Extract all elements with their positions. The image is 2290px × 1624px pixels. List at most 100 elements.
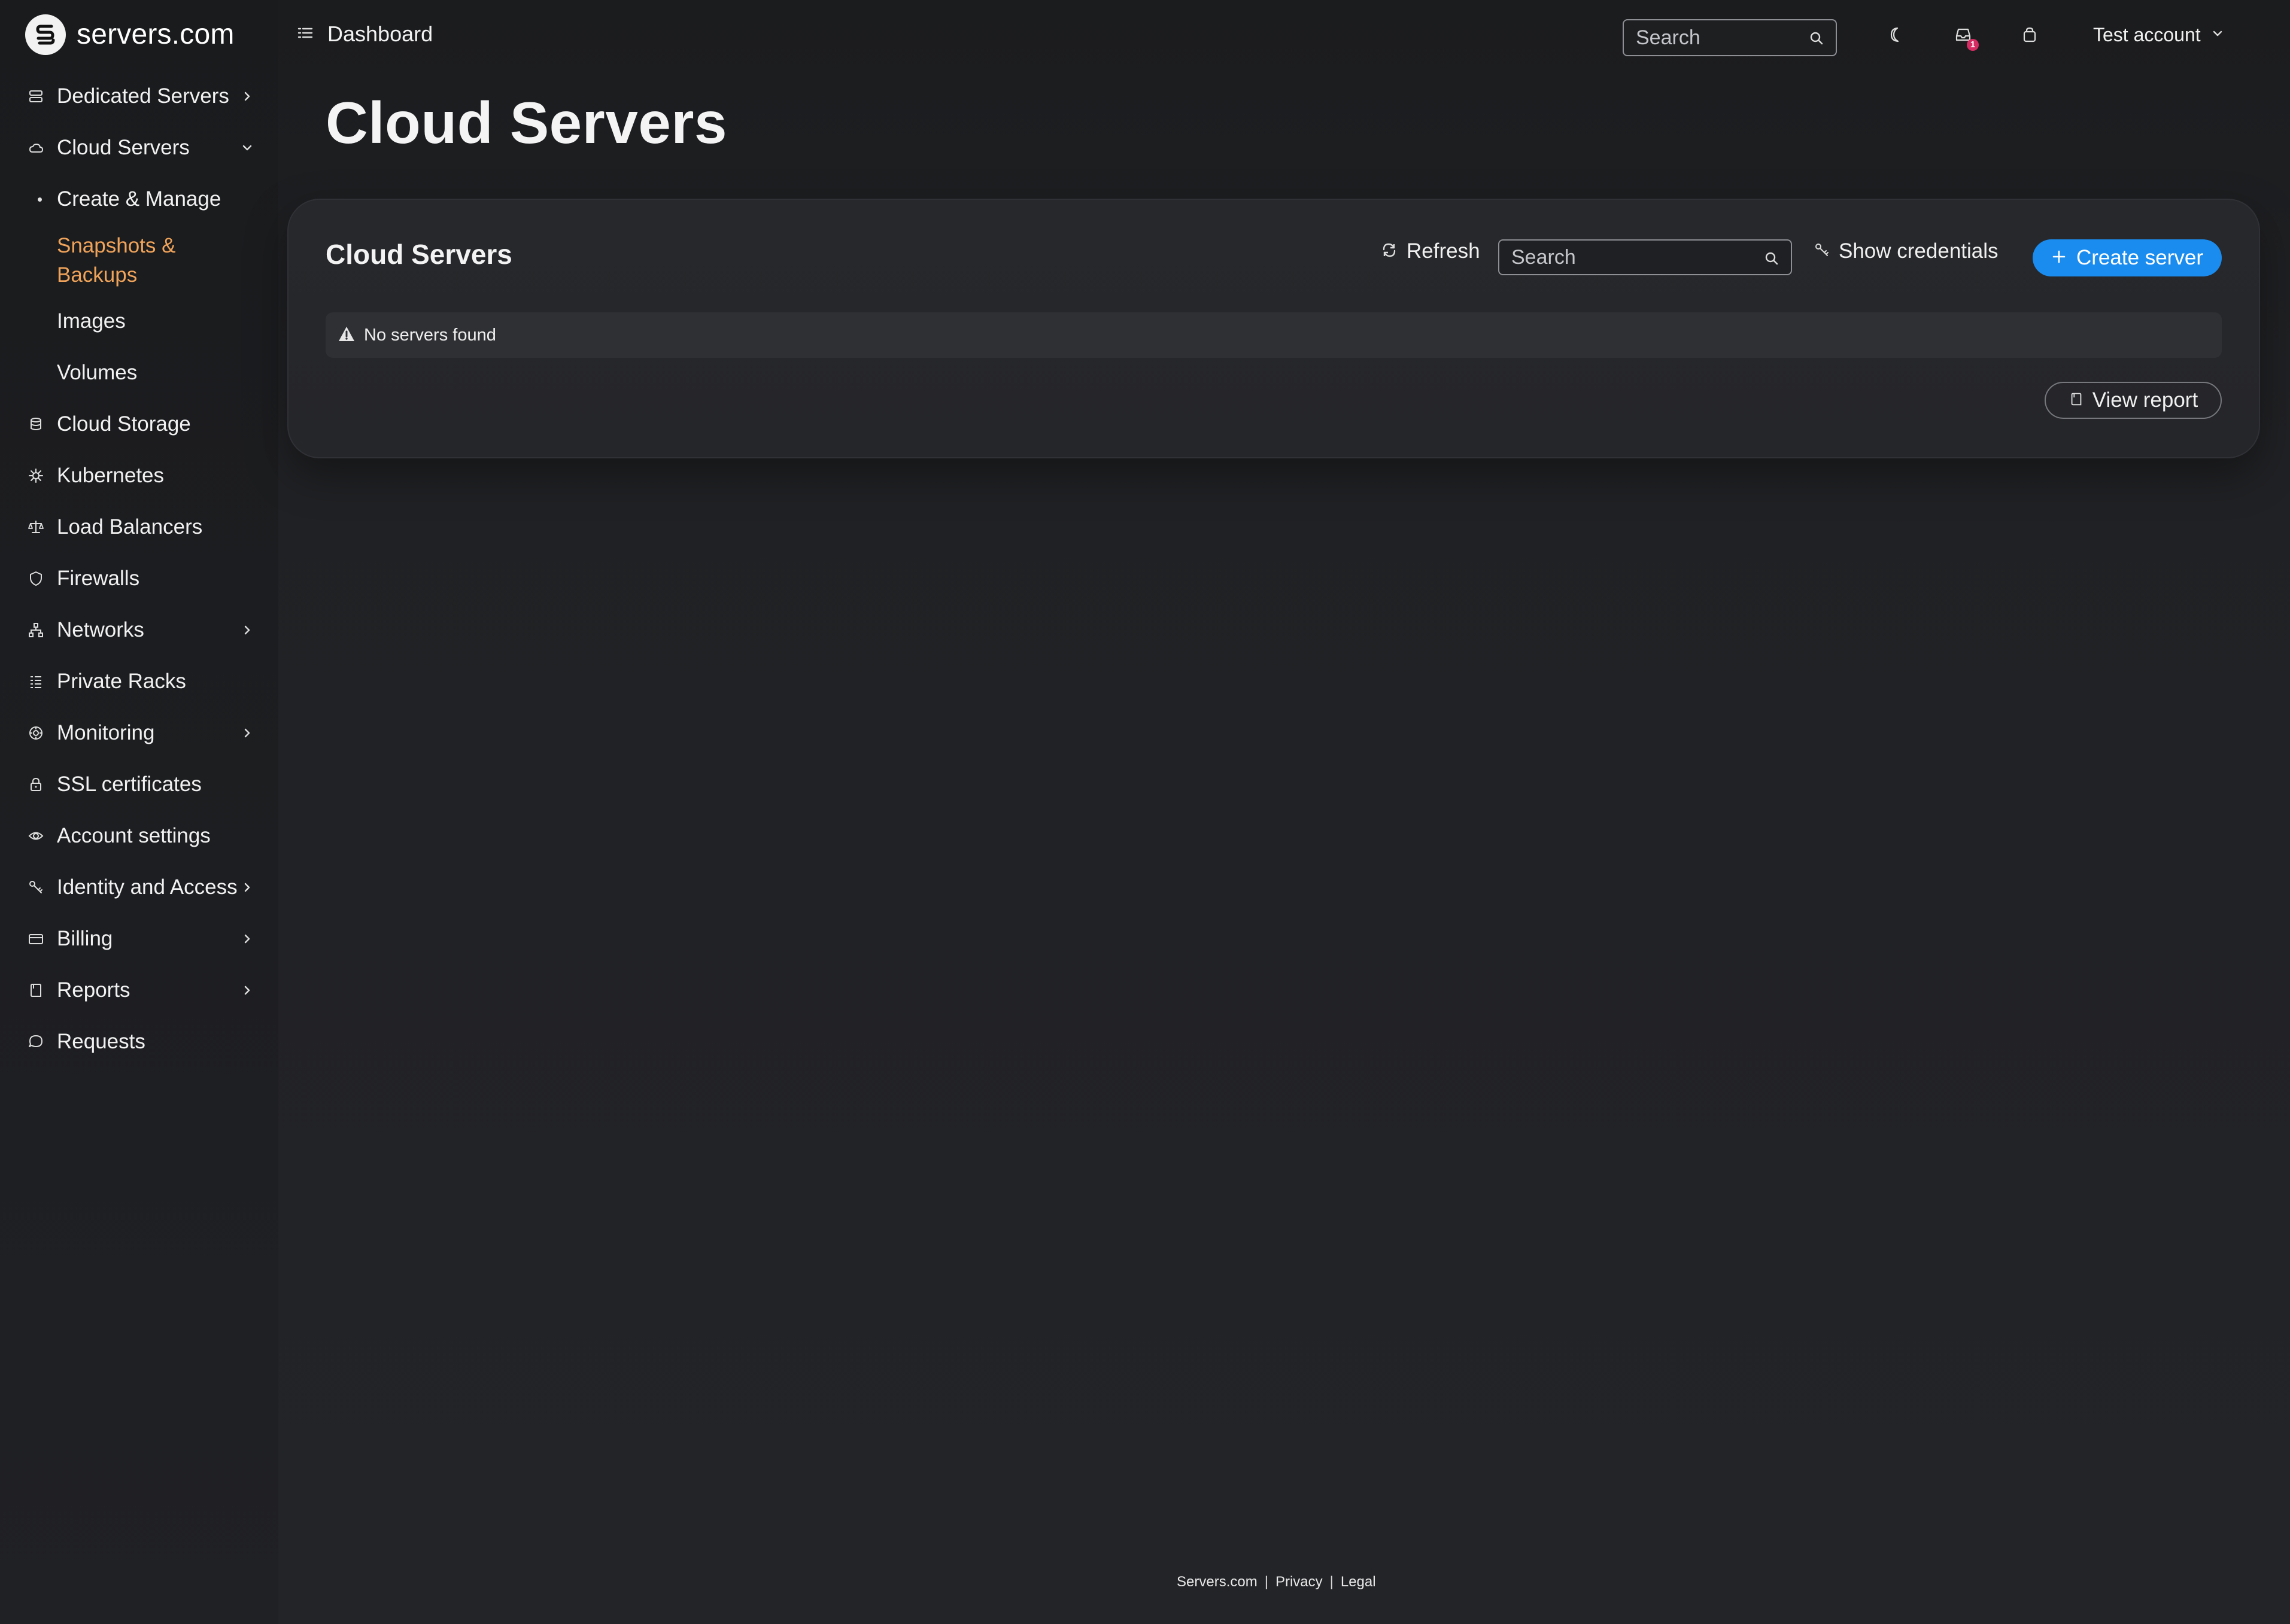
sidebar: servers.com Dedicated Servers Cloud Serv… <box>0 0 278 1624</box>
key-icon <box>27 878 45 896</box>
warning-icon <box>338 325 356 346</box>
sidebar-subitem-label: Snapshots & Backups <box>57 234 176 287</box>
card-icon <box>27 930 45 948</box>
sidebar-item-label: Cloud Storage <box>57 412 191 436</box>
dashboard-label: Dashboard <box>327 22 433 46</box>
footer-separator: | <box>1264 1574 1268 1590</box>
refresh-icon <box>1380 241 1398 262</box>
footer-link-privacy[interactable]: Privacy <box>1275 1574 1323 1590</box>
sidebar-subitem-label: Images <box>57 309 126 333</box>
sidebar-subitem-label: Volumes <box>57 361 138 384</box>
servers-search-input[interactable] <box>1499 241 1791 274</box>
global-search <box>1623 19 1837 56</box>
sidebar-item-label: Load Balancers <box>57 515 203 539</box>
brand-name: servers.com <box>77 19 235 50</box>
create-server-button[interactable]: Create server <box>2033 239 2222 276</box>
server-icon <box>27 87 45 105</box>
sidebar-item-billing[interactable]: Billing <box>0 913 278 965</box>
report-icon <box>2069 388 2084 412</box>
list-icon <box>296 24 314 45</box>
view-report-button[interactable]: View report <box>2045 382 2222 419</box>
cloud-icon <box>27 139 45 157</box>
chat-icon <box>27 1033 45 1051</box>
sidebar-subitem-snapshots-backups[interactable]: Snapshots & Backups <box>0 225 278 296</box>
dashboard-link[interactable]: Dashboard <box>296 22 433 47</box>
sidebar-item-kubernetes[interactable]: Kubernetes <box>0 450 278 501</box>
sidebar-item-label: Identity and Access <box>57 875 238 899</box>
cart-button[interactable] <box>2019 25 2040 47</box>
kubernetes-icon <box>27 467 45 485</box>
sidebar-item-reports[interactable]: Reports <box>0 965 278 1016</box>
chevron-down-icon <box>2210 26 2225 44</box>
brand-logo-icon <box>25 14 66 55</box>
account-menu[interactable]: Test account <box>2093 24 2225 46</box>
key-icon <box>1814 242 1830 261</box>
footer-link-servers[interactable]: Servers.com <box>1177 1574 1258 1590</box>
footer-link-legal[interactable]: Legal <box>1341 1574 1376 1590</box>
notifications-button[interactable]: 1 <box>1952 25 1979 51</box>
empty-state-message: No servers found <box>364 325 496 345</box>
sidebar-subitem-create-manage[interactable]: Create & Manage <box>0 174 278 225</box>
dark-mode-toggle[interactable] <box>1884 25 1906 47</box>
sidebar-item-label: Requests <box>57 1030 145 1053</box>
brand[interactable]: servers.com <box>25 14 235 55</box>
monitoring-icon <box>27 724 45 742</box>
sidebar-item-label: Billing <box>57 927 113 950</box>
sidebar-item-label: Networks <box>57 618 144 641</box>
network-icon <box>27 621 45 639</box>
report-icon <box>27 981 45 999</box>
search-icon[interactable] <box>1763 250 1780 267</box>
top-bar: Dashboard 1 Test account <box>278 0 2290 72</box>
sidebar-subitem-volumes[interactable]: Volumes <box>0 347 278 399</box>
chevron-right-icon <box>238 930 256 948</box>
rack-icon <box>27 673 45 691</box>
refresh-button[interactable]: Refresh <box>1380 239 1480 263</box>
sidebar-item-cloud-storage[interactable]: Cloud Storage <box>0 399 278 450</box>
notification-badge: 1 <box>1967 39 1979 51</box>
sidebar-item-label: Kubernetes <box>57 464 165 487</box>
account-label: Test account <box>2093 24 2201 45</box>
global-search-input[interactable] <box>1624 20 1836 55</box>
view-report-label: View report <box>2092 388 2198 412</box>
page-title: Cloud Servers <box>326 90 727 156</box>
sidebar-item-ssl-certificates[interactable]: SSL certificates <box>0 759 278 810</box>
sidebar-item-cloud-servers[interactable]: Cloud Servers <box>0 122 278 174</box>
sidebar-item-label: Cloud Servers <box>57 136 190 159</box>
sidebar-item-private-racks[interactable]: Private Racks <box>0 656 278 707</box>
chevron-right-icon <box>238 724 256 742</box>
sidebar-nav: Dedicated Servers Cloud Servers Create &… <box>0 71 278 1068</box>
sidebar-item-load-balancers[interactable]: Load Balancers <box>0 501 278 553</box>
sidebar-subitem-label: Create & Manage <box>57 187 221 211</box>
panel-title: Cloud Servers <box>326 239 512 270</box>
sidebar-item-networks[interactable]: Networks <box>0 604 278 656</box>
show-credentials-button[interactable]: Show credentials <box>1814 239 1999 263</box>
chevron-right-icon <box>238 878 256 896</box>
servers-search <box>1498 239 1792 275</box>
eye-icon <box>27 827 45 845</box>
sidebar-item-label: Firewalls <box>57 567 140 590</box>
sidebar-item-dedicated-servers[interactable]: Dedicated Servers <box>0 71 278 122</box>
empty-state-row: No servers found <box>326 312 2222 358</box>
scale-icon <box>27 518 45 536</box>
chevron-right-icon <box>238 981 256 999</box>
sidebar-item-label: Account settings <box>57 824 211 847</box>
sidebar-item-firewalls[interactable]: Firewalls <box>0 553 278 604</box>
refresh-label: Refresh <box>1407 239 1480 263</box>
shopping-bag-icon <box>2020 25 2039 47</box>
database-icon <box>27 415 45 433</box>
lock-icon <box>27 775 45 793</box>
moon-icon <box>1885 25 1905 47</box>
chevron-right-icon <box>238 621 256 639</box>
sidebar-subitem-images[interactable]: Images <box>0 296 278 347</box>
chevron-right-icon <box>238 87 256 105</box>
cloud-servers-panel: Cloud Servers Refresh Show credentials C… <box>287 199 2260 458</box>
search-icon[interactable] <box>1808 30 1825 47</box>
sidebar-item-requests[interactable]: Requests <box>0 1016 278 1068</box>
bullet-icon <box>38 197 42 202</box>
create-server-label: Create server <box>2076 246 2204 269</box>
sidebar-item-label: Dedicated Servers <box>57 84 229 108</box>
sidebar-item-monitoring[interactable]: Monitoring <box>0 707 278 759</box>
sidebar-item-label: Monitoring <box>57 721 155 744</box>
sidebar-item-account-settings[interactable]: Account settings <box>0 810 278 862</box>
sidebar-item-identity-access[interactable]: Identity and Access <box>0 862 278 913</box>
